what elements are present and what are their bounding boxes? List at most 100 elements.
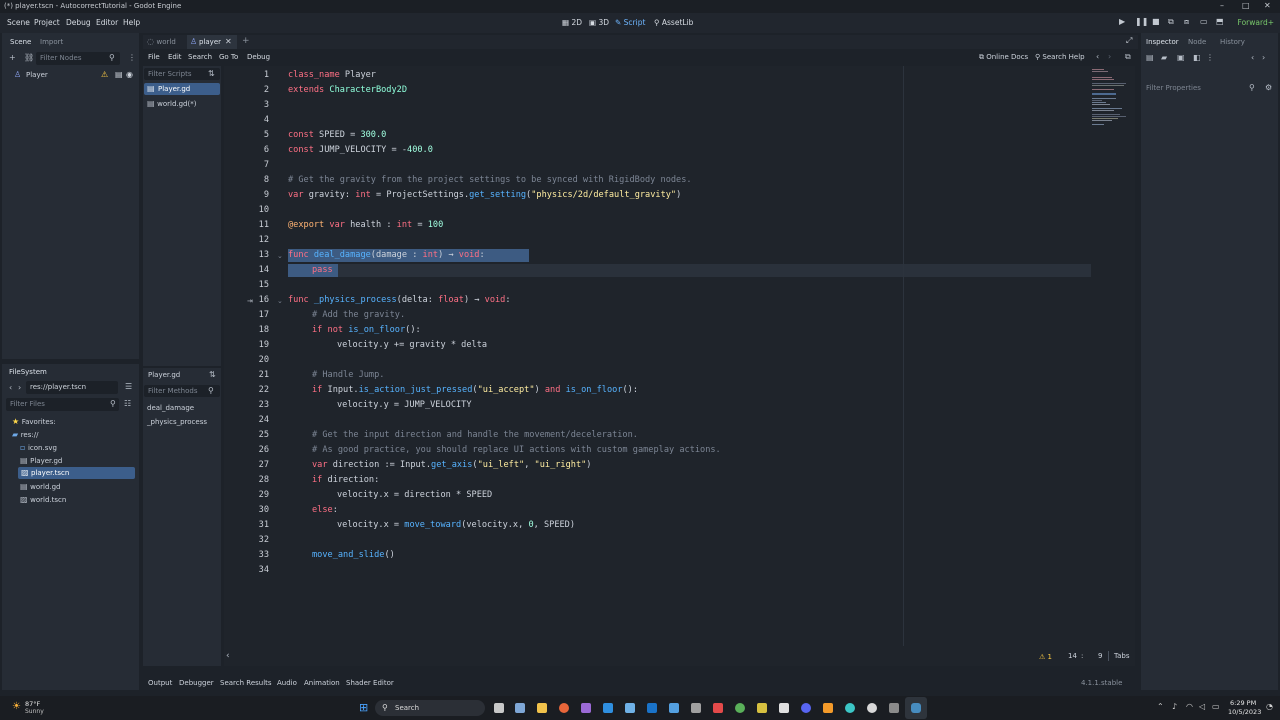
filter-properties-input[interactable]: Filter Properties xyxy=(1142,82,1254,94)
history-back-icon[interactable]: ‹ xyxy=(1096,52,1099,61)
app-icon[interactable] xyxy=(515,703,525,713)
task-view-icon[interactable] xyxy=(494,703,504,713)
stop-icon[interactable]: ■ xyxy=(1152,17,1160,26)
fold-arrow-icon[interactable]: ⌄ xyxy=(277,252,283,260)
play-custom-icon[interactable]: ⧈ xyxy=(1184,17,1189,27)
more-icon[interactable]: ⋮ xyxy=(1206,53,1214,62)
tab-shader-editor[interactable]: Shader Editor xyxy=(346,679,394,687)
open-folder-icon[interactable]: ▰ xyxy=(1161,53,1167,62)
tab-audio[interactable]: Audio xyxy=(277,679,297,687)
start-icon[interactable]: ⊞ xyxy=(359,701,368,714)
favorites-item[interactable]: ★ Favorites: xyxy=(12,417,56,426)
menu-project[interactable]: Project xyxy=(34,18,60,27)
menu-editor[interactable]: Editor xyxy=(96,18,118,27)
file-item[interactable]: ▨ world.tscn xyxy=(20,495,66,504)
method-item[interactable]: deal_damage xyxy=(147,404,194,412)
chrome-icon[interactable] xyxy=(735,703,745,713)
history-forward-icon[interactable]: › xyxy=(1262,53,1265,62)
tab-search-results[interactable]: Search Results xyxy=(220,679,272,687)
godot-task-active[interactable] xyxy=(905,697,927,719)
file-explorer-icon[interactable] xyxy=(537,703,547,713)
add-tab-icon[interactable]: + xyxy=(242,36,250,46)
file-item[interactable]: ▫ icon.svg xyxy=(20,443,57,452)
online-docs-button[interactable]: ⧉ Online Docs xyxy=(979,53,1028,62)
resource-icon[interactable]: ◧ xyxy=(1193,53,1201,62)
code-editor[interactable]: 1 2 3 4 5 6 7 8 9 10 11 12 13 14 15 16 17 18 19 20 21 22 23 24 2… xyxy=(224,66,1135,666)
settings-icon[interactable]: ⚙ xyxy=(1265,83,1272,92)
method-item[interactable]: _physics_process xyxy=(147,418,207,426)
outlook-icon[interactable] xyxy=(647,703,657,713)
app-icon[interactable] xyxy=(757,703,767,713)
app-icon[interactable] xyxy=(889,703,899,713)
workspace-assetlib[interactable]: ⚲ AssetLib xyxy=(654,18,693,27)
sort-alpha-icon[interactable]: ⇅ xyxy=(209,370,216,379)
tab-history[interactable]: History xyxy=(1220,38,1245,46)
file-item[interactable]: ▤ world.gd xyxy=(20,482,61,491)
forward-icon[interactable]: › xyxy=(18,383,21,392)
float-icon[interactable]: ⧉ xyxy=(1125,52,1131,62)
script-menu-edit[interactable]: Edit xyxy=(168,53,182,61)
script-icon[interactable]: ▤ xyxy=(115,70,123,79)
fold-arrow-icon[interactable]: ⌄ xyxy=(277,297,283,305)
script-menu-goto[interactable]: Go To xyxy=(219,53,238,61)
close-button[interactable]: ✕ xyxy=(1264,1,1271,10)
vscode-icon[interactable] xyxy=(603,703,613,713)
workspace-2d[interactable]: ▦ 2D xyxy=(562,18,582,27)
menu-help[interactable]: Help xyxy=(123,18,140,27)
minimize-button[interactable]: – xyxy=(1220,1,1224,10)
app-icon[interactable] xyxy=(779,703,789,713)
wifi-icon[interactable]: ◠ xyxy=(1186,702,1193,711)
sort-icon[interactable]: ⇅ xyxy=(208,69,215,78)
warnings-indicator[interactable]: ⚠ 1 xyxy=(1039,653,1052,661)
back-icon[interactable]: ‹ xyxy=(9,383,12,392)
play-icon[interactable]: ▶ xyxy=(1119,17,1125,26)
pause-icon[interactable]: ❚❚ xyxy=(1135,17,1148,26)
visual-studio-icon[interactable] xyxy=(581,703,591,713)
menu-debug[interactable]: Debug xyxy=(66,18,91,27)
filter-files-input[interactable]: Filter Files xyxy=(6,398,119,411)
tab-debugger[interactable]: Debugger xyxy=(179,679,214,687)
battery-icon[interactable]: ▭ xyxy=(1212,702,1220,711)
tree-item-player[interactable]: ♙ Player ⚠ ▤ ◉ xyxy=(14,70,138,82)
clock-time[interactable]: 6:29 PM xyxy=(1230,699,1256,707)
tab-player[interactable]: ♙ player ✕ xyxy=(187,35,237,49)
search-box[interactable]: ⚲ Search xyxy=(375,700,485,716)
media-player-icon[interactable] xyxy=(867,703,877,713)
tab-inspector[interactable]: Inspector xyxy=(1146,38,1179,46)
split-view-icon[interactable]: ☰ xyxy=(125,382,132,391)
app-icon[interactable] xyxy=(845,703,855,713)
play-scene-icon[interactable]: ⧉ xyxy=(1168,17,1174,27)
app-icon[interactable] xyxy=(625,703,635,713)
maximize-button[interactable]: □ xyxy=(1242,1,1250,10)
visibility-icon[interactable]: ◉ xyxy=(126,70,133,79)
menu-scene[interactable]: Scene xyxy=(7,18,30,27)
script-item[interactable]: ▤ world.gd(*) xyxy=(147,99,196,108)
distraction-free-icon[interactable]: ⤢ xyxy=(1126,36,1132,46)
history-back-icon[interactable]: ‹ xyxy=(1251,53,1254,62)
toggle-scripts-panel-icon[interactable]: ‹ xyxy=(226,651,230,661)
more-icon[interactable]: ⋮ xyxy=(128,53,136,62)
volume-icon[interactable]: ◁ xyxy=(1199,702,1205,711)
close-tab-icon[interactable]: ✕ xyxy=(225,37,232,46)
save-icon[interactable]: ▣ xyxy=(1177,53,1185,62)
mic-icon[interactable]: ♪ xyxy=(1172,702,1177,711)
tab-filesystem[interactable]: FileSystem xyxy=(9,368,47,376)
script-item-selected[interactable]: ▤ Player.gd xyxy=(144,83,220,95)
filter-nodes-input[interactable]: Filter Nodes xyxy=(36,52,120,65)
new-resource-icon[interactable]: ▤ xyxy=(1146,53,1154,62)
file-item-selected[interactable]: ▨ player.tscn xyxy=(18,467,135,479)
path-field[interactable]: res://player.tscn xyxy=(26,381,118,394)
firefox-icon[interactable] xyxy=(559,703,569,713)
warning-icon[interactable]: ⚠ xyxy=(101,70,108,79)
app-icon[interactable] xyxy=(823,703,833,713)
tab-world[interactable]: ◌ world xyxy=(147,37,176,46)
workspace-script[interactable]: ✎ Script xyxy=(615,18,645,27)
tab-import[interactable]: Import xyxy=(40,38,63,46)
script-menu-search[interactable]: Search xyxy=(188,53,212,61)
indent-mode[interactable]: Tabs xyxy=(1114,652,1130,660)
app-icon[interactable] xyxy=(669,703,679,713)
discord-icon[interactable] xyxy=(801,703,811,713)
sort-icon[interactable]: ☷ xyxy=(124,399,131,408)
script-menu-debug[interactable]: Debug xyxy=(247,53,270,61)
search-help-button[interactable]: ⚲ Search Help xyxy=(1035,53,1085,61)
